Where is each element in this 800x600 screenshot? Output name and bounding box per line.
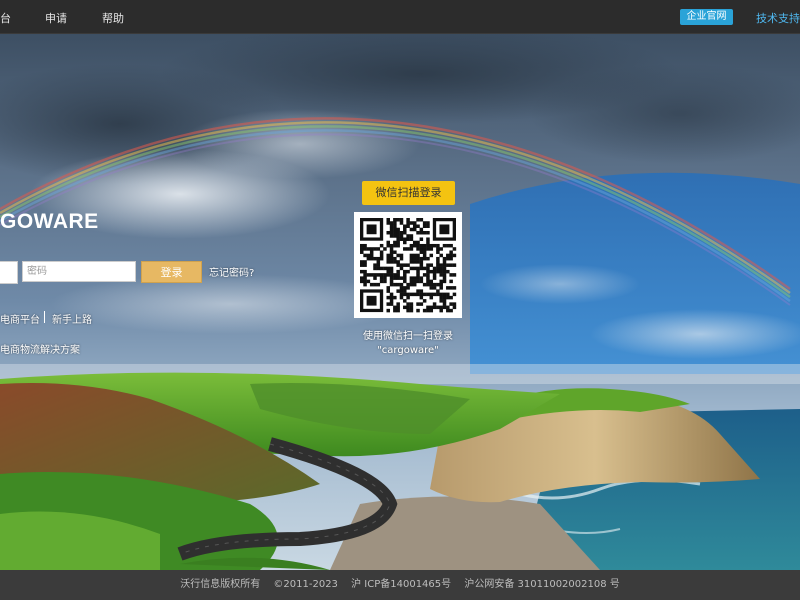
password-input[interactable] xyxy=(22,261,136,282)
nav-item-apply[interactable]: 申请 xyxy=(45,10,67,26)
wechat-scan-login-button[interactable]: 微信扫描登录 xyxy=(362,181,455,205)
logistics-solution-link[interactable]: 电商物流解决方案 xyxy=(0,341,80,356)
username-input[interactable] xyxy=(0,261,18,284)
link-separator xyxy=(44,311,45,323)
footer-company: 沃行信息版权所有 xyxy=(180,579,261,590)
login-button[interactable]: 登录 xyxy=(141,261,202,283)
qr-caption-line1: 使用微信扫一扫登录 xyxy=(363,331,453,342)
ecommerce-platform-link[interactable]: 电商平台 xyxy=(0,311,40,326)
newbie-guide-link[interactable]: 新手上路 xyxy=(52,311,92,326)
top-navigation-bar: 台 申请 帮助 企业官网 技术支持 xyxy=(0,0,800,34)
company-site-button[interactable]: 企业官网 xyxy=(680,9,733,25)
tech-support-link[interactable]: 技术支持 xyxy=(756,10,800,26)
footer-icp[interactable]: 沪 ICP备14001465号 xyxy=(351,579,451,590)
wechat-qr-code xyxy=(354,212,462,318)
nav-item-help[interactable]: 帮助 xyxy=(102,10,124,26)
nav-item-console[interactable]: 台 xyxy=(0,10,11,26)
qr-caption: 使用微信扫一扫登录 "cargoware" xyxy=(340,330,476,358)
page-footer: 沃行信息版权所有 ©2011-2023 沪 ICP备14001465号 沪公网安… xyxy=(0,570,800,600)
footer-copyright: ©2011-2023 xyxy=(273,579,338,590)
forgot-password-link[interactable]: 忘记密码? xyxy=(209,264,254,279)
cargoware-logo: GOWARE xyxy=(0,210,99,233)
qr-caption-line2: "cargoware" xyxy=(377,345,439,356)
footer-security[interactable]: 沪公网安备 31011002002108 号 xyxy=(464,579,619,590)
